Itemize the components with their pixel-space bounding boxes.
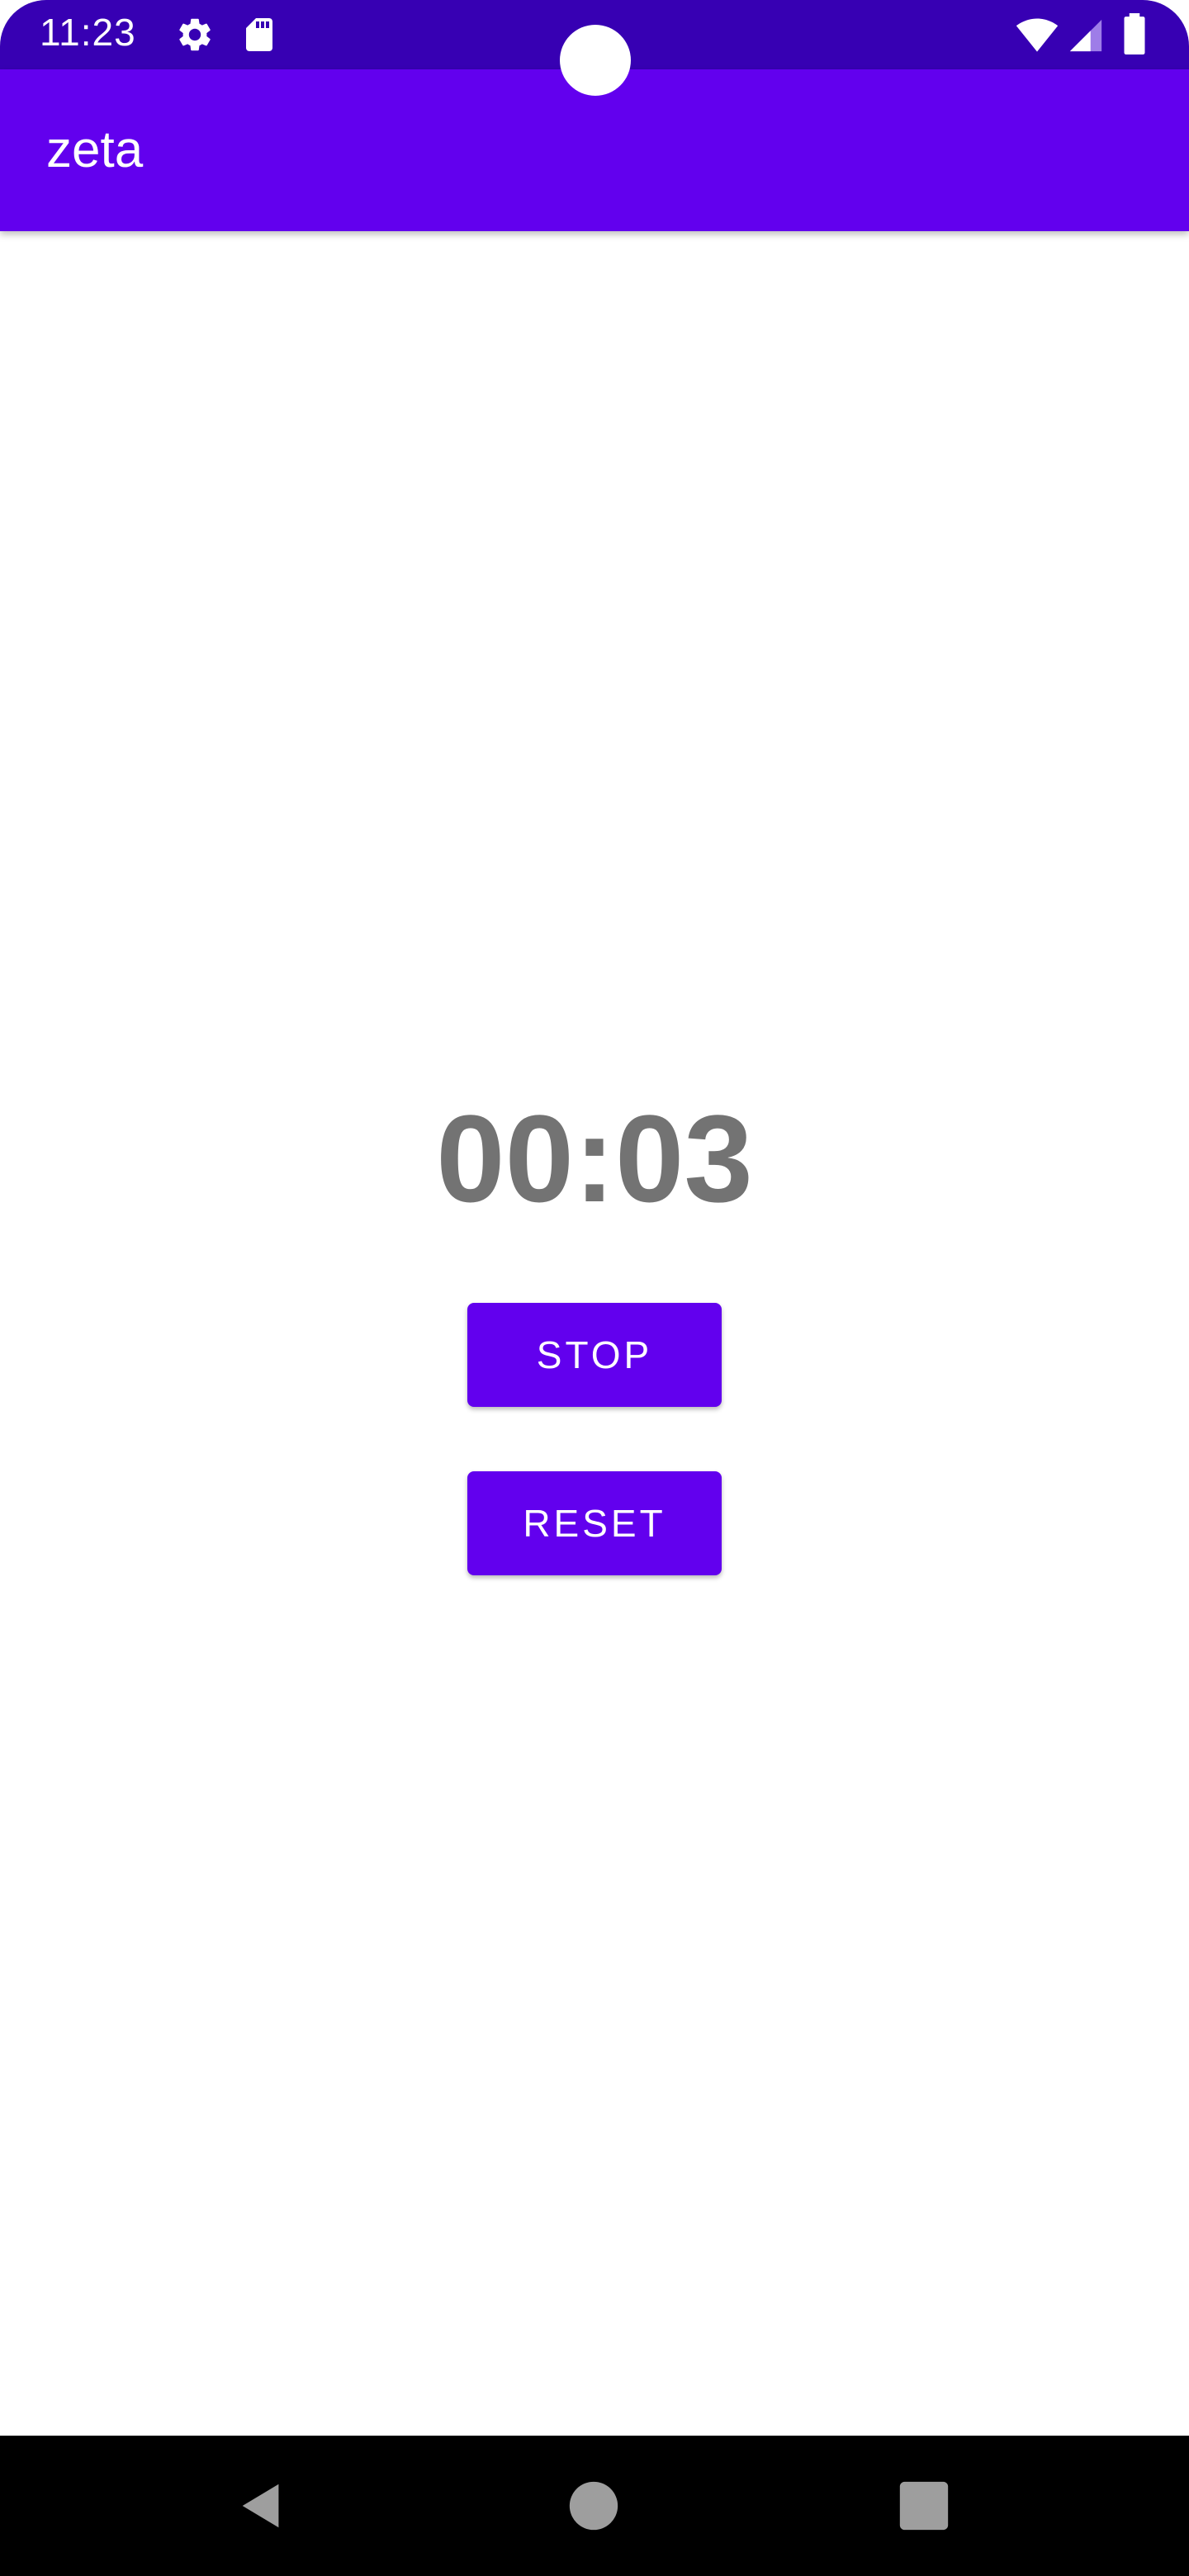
navigation-bar xyxy=(0,2436,1189,2576)
battery-icon xyxy=(1124,13,1145,54)
sd-card-icon xyxy=(246,18,272,51)
home-icon[interactable] xyxy=(565,2477,623,2535)
app-screen: 11:23 zeta 00:03 STOP RESET xyxy=(0,0,1189,2576)
gear-icon xyxy=(179,18,211,51)
recents-icon[interactable] xyxy=(895,2477,953,2535)
back-icon[interactable] xyxy=(233,2477,291,2535)
signal-icon xyxy=(1069,19,1102,52)
reset-button[interactable]: RESET xyxy=(467,1471,722,1575)
status-time: 11:23 xyxy=(40,11,136,54)
camera-cutout xyxy=(560,25,631,96)
stop-button[interactable]: STOP xyxy=(467,1303,722,1407)
app-title: zeta xyxy=(46,121,144,178)
elapsed-time: 00:03 xyxy=(436,1089,753,1228)
wifi-icon xyxy=(1016,18,1059,52)
